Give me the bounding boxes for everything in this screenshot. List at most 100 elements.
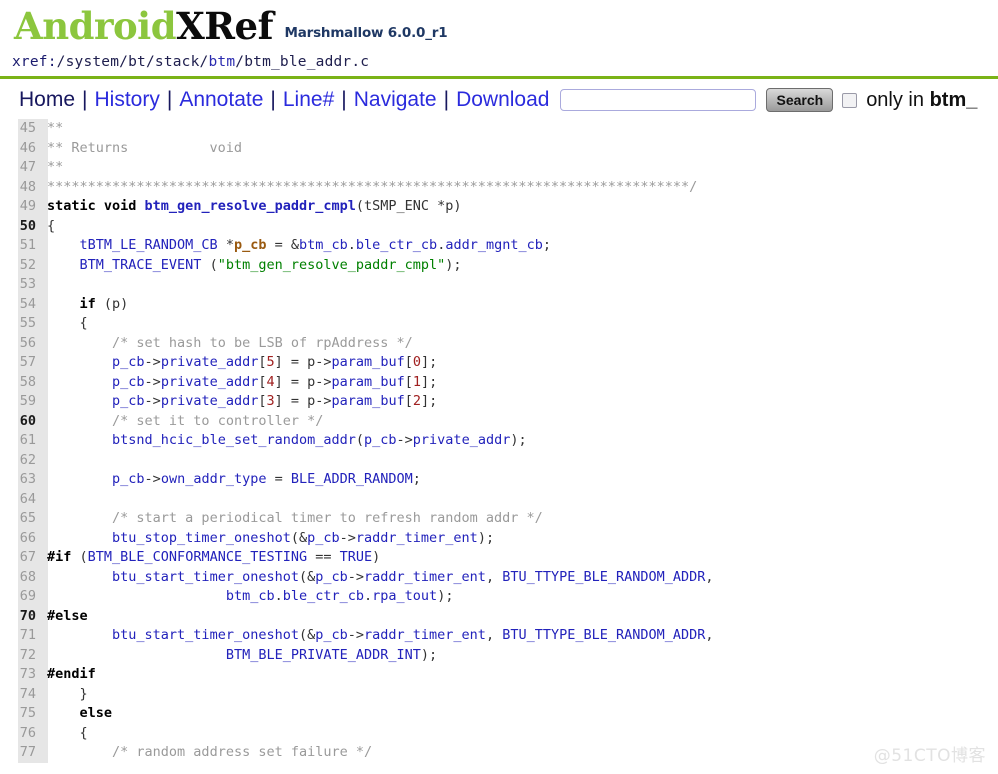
xref-path-dir[interactable]: btm bbox=[208, 54, 235, 70]
code-token: ]; bbox=[420, 393, 438, 409]
search-button[interactable]: Search bbox=[766, 88, 834, 112]
code-token[interactable]: btsnd_hcic_ble_set_random_addr bbox=[112, 432, 356, 448]
nav-link-home[interactable]: Home bbox=[12, 87, 82, 113]
code-token: #endif bbox=[47, 666, 96, 682]
line-number[interactable]: 62 bbox=[0, 451, 41, 471]
line-number[interactable]: 53 bbox=[0, 275, 41, 295]
line-number[interactable]: 58 bbox=[0, 373, 41, 393]
nav-link-navigate[interactable]: Navigate bbox=[347, 87, 444, 113]
nav-link-download[interactable]: Download bbox=[449, 87, 556, 113]
line-number[interactable]: 66 bbox=[0, 529, 41, 549]
line-number[interactable]: 70 bbox=[0, 607, 41, 627]
code-token[interactable]: rpa_tout bbox=[372, 588, 437, 604]
nav-link-linenumber[interactable]: Line# bbox=[276, 87, 341, 113]
line-number[interactable]: 71 bbox=[0, 626, 41, 646]
source-code-viewer[interactable]: 45 ** 46 ** Returns void 47 ** 48 *************… bbox=[0, 119, 998, 763]
code-token[interactable]: p_cb bbox=[364, 432, 397, 448]
code-token[interactable]: p_cb bbox=[315, 627, 348, 643]
line-number[interactable]: 47 bbox=[0, 158, 41, 178]
line-number[interactable]: 74 bbox=[0, 685, 41, 705]
line-number[interactable]: 75 bbox=[0, 704, 41, 724]
code-token[interactable]: p_cb bbox=[112, 374, 145, 390]
code-token[interactable]: btm_cb bbox=[299, 237, 348, 253]
code-token[interactable]: private_addr bbox=[161, 393, 259, 409]
line-number[interactable]: 77 bbox=[0, 743, 41, 763]
code-token: ; bbox=[542, 237, 552, 253]
code-token[interactable]: p_cb bbox=[112, 471, 145, 487]
code-token[interactable]: p_cb bbox=[112, 393, 145, 409]
code-token[interactable]: btu_start_timer_oneshot bbox=[112, 569, 299, 585]
code-token[interactable]: btu_start_timer_oneshot bbox=[112, 627, 299, 643]
code-token[interactable]: own_addr_type bbox=[161, 471, 267, 487]
line-number[interactable]: 60 bbox=[0, 412, 41, 432]
line-number[interactable]: 52 bbox=[0, 256, 41, 276]
only-in-file-checkbox[interactable] bbox=[842, 92, 858, 108]
line-number[interactable]: 55 bbox=[0, 314, 41, 334]
line-number[interactable]: 51 bbox=[0, 236, 41, 256]
line-number[interactable]: 64 bbox=[0, 490, 41, 510]
code-token[interactable]: param_buf bbox=[332, 374, 405, 390]
line-number[interactable]: 56 bbox=[0, 334, 41, 354]
search-input[interactable] bbox=[560, 89, 757, 111]
line-number[interactable]: 49 bbox=[0, 197, 41, 217]
code-token[interactable]: btm_cb bbox=[226, 588, 275, 604]
line-number[interactable]: 48 bbox=[0, 178, 41, 198]
androidxref-logo[interactable]: AndroidXRef bbox=[14, 4, 274, 48]
line-number[interactable]: 69 bbox=[0, 587, 41, 607]
line-number[interactable]: 59 bbox=[0, 392, 41, 412]
code-token[interactable]: BLE_ADDR_RANDOM bbox=[291, 471, 413, 487]
code-token[interactable]: BTM_BLE_PRIVATE_ADDR_INT bbox=[226, 647, 421, 663]
line-number[interactable]: 50 bbox=[0, 217, 41, 237]
code-token[interactable]: raddr_timer_ent bbox=[356, 530, 478, 546]
line-number[interactable]: 78 bbox=[0, 763, 41, 764]
line-number[interactable]: 67 bbox=[0, 548, 41, 568]
code-token[interactable]: raddr_timer_ent bbox=[364, 569, 486, 585]
code-token[interactable]: tBTM_LE_RANDOM_CB bbox=[80, 237, 218, 253]
code-token[interactable]: p_cb bbox=[315, 569, 348, 585]
line-number[interactable]: 76 bbox=[0, 724, 41, 744]
code-token[interactable]: ble_ctr_cb bbox=[283, 588, 364, 604]
code-token[interactable]: BTU_TTYPE_BLE_RANDOM_ADDR bbox=[502, 627, 705, 643]
line-number[interactable]: 68 bbox=[0, 568, 41, 588]
line-number[interactable]: 61 bbox=[0, 431, 41, 451]
line-number[interactable]: 54 bbox=[0, 295, 41, 315]
code-token[interactable]: addr_mgnt_cb bbox=[445, 237, 543, 253]
code-token[interactable]: private_addr bbox=[161, 354, 259, 370]
code-line: 73 #endif bbox=[0, 665, 998, 685]
code-line: 62 bbox=[0, 451, 998, 471]
code-token[interactable]: p_cb bbox=[307, 530, 340, 546]
code-token[interactable]: BTM_BLE_CONFORMANCE_TESTING bbox=[88, 549, 307, 565]
code-token[interactable]: BTM_TRACE_EVENT bbox=[80, 257, 202, 273]
code-token[interactable]: btu_stop_timer_oneshot bbox=[112, 530, 291, 546]
nav-link-history[interactable]: History bbox=[88, 87, 167, 113]
line-number[interactable]: 72 bbox=[0, 646, 41, 666]
code-token[interactable]: TRUE bbox=[340, 549, 373, 565]
code-token: [ bbox=[258, 354, 267, 370]
code-token[interactable]: raddr_timer_ent bbox=[364, 627, 486, 643]
line-number[interactable]: 46 bbox=[0, 139, 41, 159]
code-token[interactable]: private_addr bbox=[161, 374, 259, 390]
code-token: ****************************************… bbox=[47, 178, 698, 195]
line-number[interactable]: 63 bbox=[0, 470, 41, 490]
line-number[interactable]: 45 bbox=[0, 119, 41, 139]
line-number[interactable]: 73 bbox=[0, 665, 41, 685]
code-token[interactable]: btm_gen_resolve_paddr_cmpl bbox=[145, 198, 356, 214]
code-token[interactable]: param_buf bbox=[332, 354, 405, 370]
xref-label: xref: bbox=[12, 54, 57, 70]
line-number[interactable]: 65 bbox=[0, 509, 41, 529]
line-number[interactable]: 57 bbox=[0, 353, 41, 373]
code-line: 55 { bbox=[0, 314, 998, 334]
code-token: [ bbox=[258, 393, 267, 409]
code-line: 76 { bbox=[0, 724, 998, 744]
nav-link-annotate[interactable]: Annotate bbox=[172, 87, 270, 113]
code-token[interactable]: p_cb bbox=[112, 354, 145, 370]
code-token[interactable]: private_addr bbox=[413, 432, 511, 448]
code-line: 56 /* set hash to be LSB of rpAddress */ bbox=[0, 334, 998, 354]
code-token[interactable]: BTU_TTYPE_BLE_RANDOM_ADDR bbox=[502, 569, 705, 585]
code-token[interactable]: param_buf bbox=[332, 393, 405, 409]
code-token[interactable]: ble_ctr_cb bbox=[356, 237, 437, 253]
xref-path-prefix[interactable]: /system/bt/stack/ bbox=[57, 54, 209, 70]
navigation-toolbar: Home | History | Annotate | Line# | Navi… bbox=[0, 81, 998, 119]
code-line: 47 ** bbox=[0, 158, 998, 178]
